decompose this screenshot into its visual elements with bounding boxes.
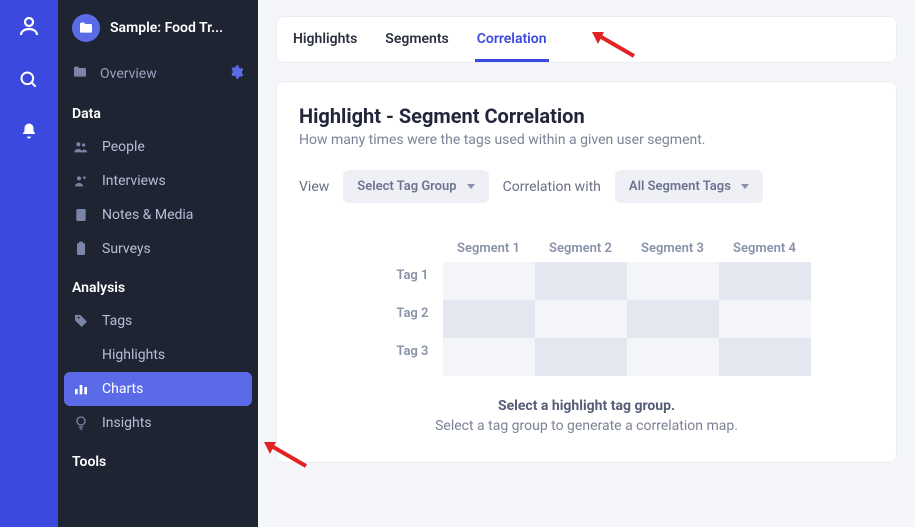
matrix-cell — [627, 262, 719, 300]
callout-title: Select a highlight tag group. — [299, 398, 874, 414]
section-analysis-header: Analysis — [58, 266, 258, 304]
row-header: Tag 1 — [363, 262, 443, 300]
highlights-icon — [72, 347, 90, 363]
col-header: Segment 2 — [535, 235, 627, 262]
chart-icon — [72, 381, 90, 397]
sidebar-item-people[interactable]: People — [58, 130, 258, 164]
matrix-cell — [719, 338, 811, 376]
panel-subtitle: How many times were the tags used within… — [299, 132, 874, 148]
tab-segments[interactable]: Segments — [383, 17, 450, 62]
folder-icon — [72, 14, 100, 42]
nav-label: Surveys — [102, 241, 151, 257]
sidebar-item-tags[interactable]: Tags — [58, 304, 258, 338]
matrix-cell — [719, 262, 811, 300]
notes-icon — [72, 207, 90, 223]
project-title: Sample: Food Tr... — [110, 20, 244, 36]
matrix-cell — [443, 338, 535, 376]
nav-label: Charts — [102, 381, 143, 397]
panel-controls: View Select Tag Group Correlation with A… — [299, 170, 874, 203]
col-header: Segment 4 — [719, 235, 811, 262]
matrix-cell — [535, 300, 627, 338]
gear-icon[interactable] — [228, 64, 244, 84]
callout-subtitle: Select a tag group to generate a correla… — [299, 418, 874, 434]
sidebar-item-overview[interactable]: Overview — [58, 56, 258, 92]
matrix-cell — [719, 300, 811, 338]
col-header: Segment 1 — [443, 235, 535, 262]
folder-solid-icon — [72, 64, 88, 84]
section-data-header: Data — [58, 92, 258, 130]
segment-tags-dropdown[interactable]: All Segment Tags — [615, 170, 763, 203]
dropdown-label: All Segment Tags — [629, 179, 731, 194]
correlation-with-label: Correlation with — [503, 179, 601, 195]
annotation-arrow-icon — [262, 440, 308, 470]
matrix-cell — [535, 338, 627, 376]
surveys-icon — [72, 241, 90, 257]
left-rail — [0, 0, 58, 527]
tabs-bar: Highlights Segments Correlation — [276, 16, 897, 63]
main-content: Highlights Segments Correlation Highligh… — [258, 0, 915, 527]
sidebar-item-highlights[interactable]: Highlights — [58, 338, 258, 372]
correlation-matrix: Segment 1 Segment 2 Segment 3 Segment 4 … — [299, 235, 874, 376]
sidebar-item-surveys[interactable]: Surveys — [58, 232, 258, 266]
tag-group-dropdown[interactable]: Select Tag Group — [343, 170, 488, 203]
project-header[interactable]: Sample: Food Tr... — [58, 0, 258, 56]
panel-title: Highlight - Segment Correlation — [299, 104, 874, 128]
matrix-cell — [535, 262, 627, 300]
callout: Select a highlight tag group. Select a t… — [299, 398, 874, 434]
view-label: View — [299, 179, 329, 195]
row-header: Tag 2 — [363, 300, 443, 338]
nav-label: People — [102, 139, 145, 155]
nav-label: Notes & Media — [102, 207, 193, 223]
nav-label: Tags — [102, 313, 132, 329]
sidebar-item-interviews[interactable]: Interviews — [58, 164, 258, 198]
bell-icon[interactable] — [20, 122, 38, 144]
annotation-arrow-icon — [590, 30, 636, 60]
chevron-down-icon — [467, 184, 475, 189]
col-header: Segment 3 — [627, 235, 719, 262]
nav-label: Highlights — [102, 347, 165, 363]
people-icon — [72, 139, 90, 155]
chevron-down-icon — [741, 184, 749, 189]
matrix-cell — [627, 338, 719, 376]
search-icon[interactable] — [19, 70, 39, 94]
correlation-panel: Highlight - Segment Correlation How many… — [276, 81, 897, 463]
sidebar-item-notes[interactable]: Notes & Media — [58, 198, 258, 232]
sidebar-item-charts[interactable]: Charts — [64, 372, 252, 406]
tag-icon — [72, 313, 90, 329]
nav-label: Interviews — [102, 173, 166, 189]
matrix-cell — [443, 262, 535, 300]
bulb-icon — [72, 415, 90, 431]
row-header: Tag 3 — [363, 338, 443, 376]
tab-correlation[interactable]: Correlation — [475, 17, 549, 62]
tab-highlights[interactable]: Highlights — [291, 17, 359, 62]
matrix-cell — [443, 300, 535, 338]
interviews-icon — [72, 173, 90, 189]
overview-label: Overview — [100, 66, 216, 82]
user-icon[interactable] — [17, 14, 41, 42]
section-tools-header: Tools — [58, 440, 258, 478]
sidebar-item-insights[interactable]: Insights — [58, 406, 258, 440]
matrix-cell — [627, 300, 719, 338]
sidebar: Sample: Food Tr... Overview Data People … — [58, 0, 258, 527]
dropdown-label: Select Tag Group — [357, 179, 456, 194]
nav-label: Insights — [102, 415, 152, 431]
